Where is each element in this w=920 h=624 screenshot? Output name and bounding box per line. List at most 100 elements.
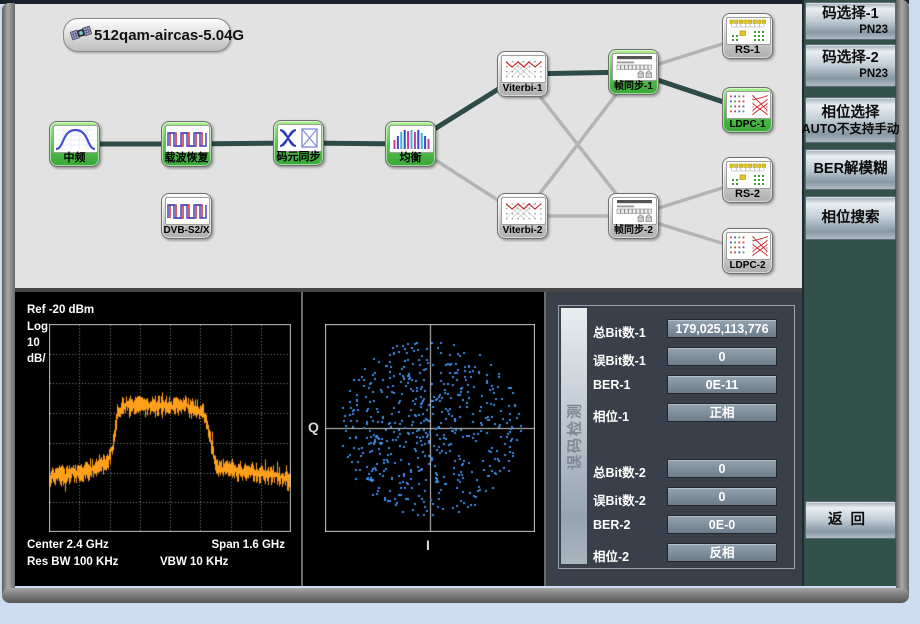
sidebar-button-phase-select[interactable]: 相位选择AUTO不支持手动 [805,97,896,143]
sidebar-menu: 码选择-1PN23码选择-2PN23相位选择AUTO不支持手动BER解模糊相位搜… [802,0,896,586]
node-rs1[interactable]: RS-1 [722,13,773,59]
node-zhongpin[interactable]: 中频 [49,121,100,167]
squarewave-icon [165,125,210,153]
node-label: Viterbi-1 [503,82,543,95]
ldpc-graph-icon [726,232,771,260]
node-viterbi1[interactable]: Viterbi-1 [497,51,548,97]
node-rs2[interactable]: RS-2 [722,157,773,203]
status-value-total-bits-2: 0 [667,459,777,478]
status-label-error-bits-2: 误Bit数-2 [593,490,646,509]
node-viterbi2[interactable]: Viterbi-2 [497,193,548,239]
sidebar-button-label: 相位选择 [806,105,895,122]
constellation-plot [325,324,535,532]
node-label: Viterbi-2 [503,224,543,237]
node-zaibo[interactable]: 载波恢复 [161,121,212,167]
center-freq-label: Center 2.4 GHz [27,539,109,551]
window-frame-right [896,0,909,602]
node-label: RS-1 [735,44,760,57]
i-axis-label: I [426,537,430,553]
spectrum-plot [49,324,291,532]
sidebar-button-sublabel: PN23 [859,67,895,81]
vbw-label: VBW 10 KHz [160,556,228,568]
node-ldpc2[interactable]: LDPC-2 [722,228,773,274]
squarewave-icon [165,197,210,225]
node-label: DVB-S2/X [163,224,209,237]
status-value-phase-2: 反相 [667,543,777,562]
window-frame-bottom [2,588,909,603]
status-label-ber-1: BER-1 [593,378,631,392]
node-label: 中频 [64,152,86,165]
node-label: 帧同步-1 [614,80,653,93]
node-label: LDPC-2 [729,259,765,272]
status-label-phase-1: 相位-1 [593,406,629,425]
node-ldpc1[interactable]: LDPC-1 [722,87,773,133]
sidebar-button-label: BER解模糊 [806,161,895,178]
bandpass-icon [53,125,98,153]
rs-tree-icon [726,161,771,189]
sidebar-button-back[interactable]: 返回 [805,501,896,539]
node-label: 载波恢复 [165,152,209,165]
status-value-total-bits-1: 179,025,113,776 [667,319,777,338]
frame-sync-icon [612,197,657,225]
node-frame2[interactable]: 帧同步-2 [608,193,659,239]
spectrum-analyzer-panel: Ref -20 dBm Log 10 dB/ Center 2.4 GHz Sp… [15,292,301,586]
status-label-ber-2: BER-2 [593,518,631,532]
status-row-phase-2: 相位-2 反相 [559,543,794,563]
status-row-ber-1: BER-1 0E-11 [559,375,794,395]
sidebar-button-label: 相位搜索 [806,210,895,227]
node-label: 码元同步 [277,151,321,164]
sidebar-button-label: 返回 [806,512,895,529]
node-label: 帧同步-2 [614,224,653,237]
frame-sync-icon [612,53,657,81]
sidebar-button-label: 码选择-2 [806,50,895,67]
equalizer-bars-icon [389,125,434,153]
status-row-total-bits-2: 总Bit数-2 0 [559,459,794,479]
node-frame1[interactable]: 帧同步-1 [608,49,659,95]
node-mayuan[interactable]: 码元同步 [273,120,324,166]
status-value-ber-2: 0E-0 [667,515,777,534]
demodulator-app: { "header": { "signal_button": { "label"… [0,0,920,624]
constellation-panel: Q I [303,292,544,586]
window-frame-left [2,3,15,602]
ber-status-box: 误码检测 总Bit数-1179,025,113,776误Bit数-10BER-1… [558,305,795,569]
status-row-error-bits-2: 误Bit数-2 0 [559,487,794,507]
scale-10-label: 10 [27,337,40,349]
rs-tree-icon [726,17,771,45]
node-junheng[interactable]: 均衡 [385,121,436,167]
sidebar-button-code-select-2[interactable]: 码选择-2PN23 [805,44,896,87]
status-value-phase-1: 正相 [667,403,777,422]
satellite-icon [70,22,92,49]
signal-source-button[interactable]: 512qam-aircas-5.04G [63,18,231,52]
trellis-icon [501,197,546,225]
node-label: RS-2 [735,188,760,201]
status-value-ber-1: 0E-11 [667,375,777,394]
status-row-total-bits-1: 总Bit数-1 179,025,113,776 [559,319,794,339]
sidebar-button-ber-disambiguation[interactable]: BER解模糊 [805,149,896,190]
sidebar-button-code-select-1[interactable]: 码选择-1PN23 [805,2,896,40]
signal-name-label: 512qam-aircas-5.04G [94,27,244,44]
status-value-error-bits-2: 0 [667,487,777,506]
scale-db-label: dB/ [27,353,46,365]
node-label: LDPC-1 [729,118,765,131]
status-value-error-bits-1: 0 [667,347,777,366]
ldpc-graph-icon [726,91,771,119]
status-row-ber-2: BER-2 0E-0 [559,515,794,535]
status-label-total-bits-2: 总Bit数-2 [593,462,646,481]
span-label: Span 1.6 GHz [212,539,286,551]
status-label-phase-2: 相位-2 [593,546,629,565]
node-label: 均衡 [400,152,422,165]
eye-diagram-icon [277,124,322,152]
status-label-total-bits-1: 总Bit数-1 [593,322,646,341]
sidebar-button-label: 码选择-1 [806,6,895,23]
ref-level-label: Ref -20 dBm [27,304,94,316]
ber-status-panel: 误码检测 总Bit数-1179,025,113,776误Bit数-10BER-1… [546,292,802,586]
sidebar-button-sublabel: AUTO不支持手动 [802,122,900,136]
sidebar-button-phase-search[interactable]: 相位搜索 [805,196,896,240]
status-row-phase-1: 相位-1 正相 [559,403,794,423]
status-label-error-bits-1: 误Bit数-1 [593,350,646,369]
q-axis-label: Q [308,419,319,435]
node-dvb[interactable]: DVB-S2/X [161,193,212,239]
sidebar-button-sublabel: PN23 [859,23,895,37]
status-row-error-bits-1: 误Bit数-1 0 [559,347,794,367]
trellis-icon [501,55,546,83]
